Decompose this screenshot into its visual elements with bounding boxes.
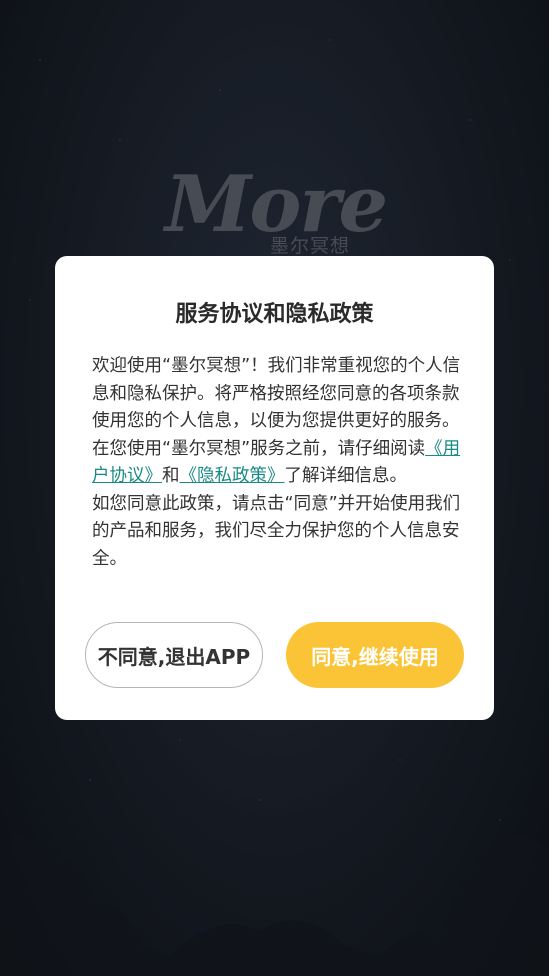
- policy-text-details: 了解详细信息。: [284, 466, 408, 486]
- policy-paragraph-2: 如您同意此政策，请点击“同意”并开始使用我们的产品和服务，我们尽全力保护您的个人…: [92, 493, 461, 569]
- policy-text-intro: 欢迎使用“墨尔冥想”！我们非常重视您的个人信息和隐私保护。将严格按照经您同意的各…: [92, 356, 461, 459]
- policy-text-and: 和: [162, 466, 180, 486]
- policy-paragraph-1: 欢迎使用“墨尔冥想”！我们非常重视您的个人信息和隐私保护。将严格按照经您同意的各…: [92, 353, 462, 491]
- dialog-body: 欢迎使用“墨尔冥想”！我们非常重视您的个人信息和隐私保护。将严格按照经您同意的各…: [92, 353, 462, 573]
- privacy-policy-link[interactable]: 《隐私政策》: [180, 466, 285, 486]
- privacy-policy-dialog: 服务协议和隐私政策 欢迎使用“墨尔冥想”！我们非常重视您的个人信息和隐私保护。将…: [55, 256, 494, 720]
- agree-continue-button[interactable]: 同意,继续使用: [286, 622, 464, 688]
- dialog-title: 服务协议和隐私政策: [175, 302, 374, 327]
- disagree-exit-button[interactable]: 不同意,退出APP: [85, 622, 263, 688]
